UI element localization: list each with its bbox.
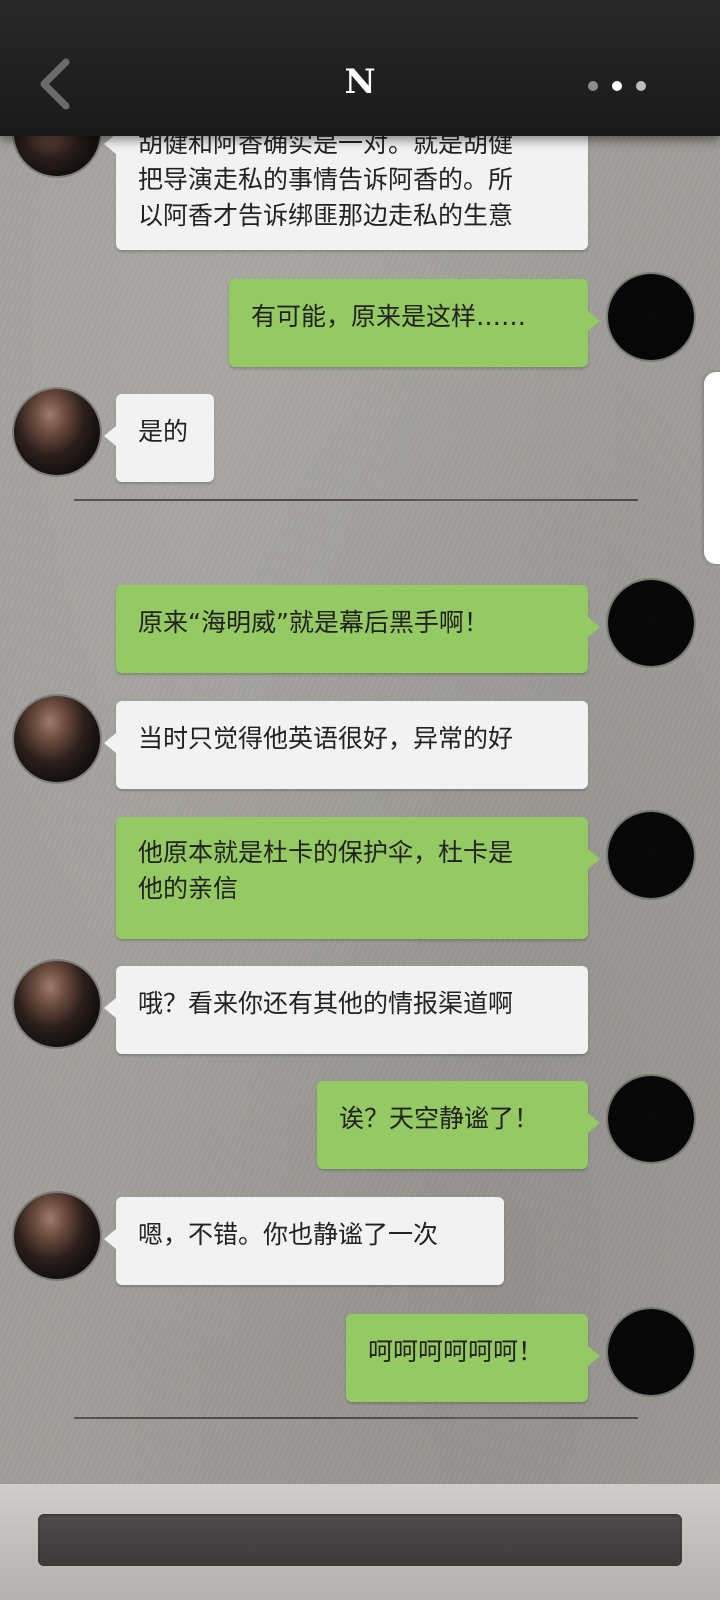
message-bubble-received: 哦？看来你还有其他的情报渠道啊 bbox=[104, 966, 588, 1054]
message-bubble-received: 嗯，不错。你也静谧了一次 bbox=[104, 1197, 504, 1285]
message-line: 他的亲信 bbox=[138, 874, 239, 903]
bottom-bar bbox=[0, 1484, 720, 1600]
message-line: 他原本就是杜卡的保护伞，杜卡是 bbox=[138, 838, 514, 867]
my-avatar[interactable] bbox=[608, 580, 694, 666]
more-dot bbox=[612, 81, 622, 91]
message-bubble-sent: 原来“海明威”就是幕后黑手啊！ bbox=[116, 585, 600, 673]
message-bubble-sent: 有可能，原来是这样…… bbox=[229, 279, 600, 367]
more-dot bbox=[636, 81, 646, 91]
message-line: 当时只觉得他英语很好，异常的好 bbox=[138, 724, 514, 753]
message-input[interactable] bbox=[38, 1514, 682, 1566]
message-line: 嗯，不错。你也静谧了一次 bbox=[138, 1220, 439, 1249]
contact-avatar[interactable] bbox=[14, 389, 100, 475]
message-bubble-sent: 他原本就是杜卡的保护伞，杜卡是 他的亲信 bbox=[116, 817, 600, 939]
section-divider bbox=[74, 499, 638, 501]
my-avatar[interactable] bbox=[608, 274, 694, 360]
message-line: 原来“海明威”就是幕后黑手啊！ bbox=[138, 608, 489, 637]
contact-avatar[interactable] bbox=[14, 1193, 100, 1279]
top-bar: N bbox=[0, 0, 720, 136]
my-avatar[interactable] bbox=[608, 812, 694, 898]
message-line: 哦？看来你还有其他的情报渠道啊 bbox=[138, 989, 514, 1018]
message-line: 呵呵呵呵呵呵！ bbox=[368, 1337, 544, 1366]
section-divider bbox=[74, 1417, 638, 1419]
message-line: 有可能，原来是这样…… bbox=[251, 302, 527, 331]
edge-panel-handle[interactable] bbox=[704, 372, 720, 564]
contact-avatar[interactable] bbox=[14, 961, 100, 1047]
message-bubble-sent: 呵呵呵呵呵呵！ bbox=[346, 1314, 600, 1402]
message-line: 把导演走私的事情告诉阿香的。所 bbox=[138, 165, 514, 194]
message-bubble-received: 当时只觉得他英语很好，异常的好 bbox=[104, 701, 588, 789]
message-bubble-sent: 诶？天空静谧了！ bbox=[317, 1081, 600, 1169]
message-line: 诶？天空静谧了！ bbox=[339, 1104, 540, 1133]
message-line: 是的 bbox=[138, 417, 189, 446]
message-bubble-received: 是的 bbox=[104, 394, 214, 482]
message-line: 以阿香才告诉绑匪那边走私的生意 bbox=[138, 201, 514, 230]
contact-avatar[interactable] bbox=[14, 696, 100, 782]
my-avatar[interactable] bbox=[608, 1309, 694, 1395]
more-options-button[interactable] bbox=[588, 74, 668, 98]
more-dot bbox=[588, 81, 598, 91]
my-avatar[interactable] bbox=[608, 1076, 694, 1162]
